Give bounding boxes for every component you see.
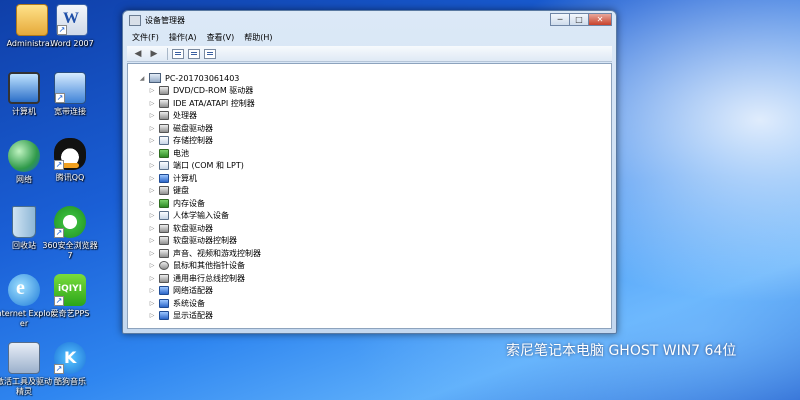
processor-icon xyxy=(159,111,169,121)
network-icon xyxy=(8,140,40,172)
broadband-icon: ↗ xyxy=(54,72,86,104)
iqiyi-icon: iQIYI ↗ xyxy=(54,274,86,306)
expand-icon[interactable]: ▷ xyxy=(148,250,156,257)
tree-node-floppy-controller[interactable]: ▷ 软盘驱动器控制器 xyxy=(138,235,261,248)
desktop-icon-broadband[interactable]: ↗ 宽带连接 xyxy=(40,72,100,117)
toolbar-separator xyxy=(167,47,168,60)
menu-action[interactable]: 操作(A) xyxy=(164,31,202,45)
menu-help[interactable]: 帮助(H) xyxy=(239,31,277,45)
expand-icon[interactable]: ▷ xyxy=(148,212,156,219)
menu-view[interactable]: 查看(V) xyxy=(202,31,240,45)
collapse-icon[interactable]: ◢ xyxy=(138,75,146,82)
properties-icon[interactable] xyxy=(188,48,200,59)
tree-root[interactable]: ◢ PC-201703061403 xyxy=(138,72,261,85)
desktop-icon-iqiyi[interactable]: iQIYI ↗ 爱奇艺PPS xyxy=(40,274,100,319)
tree-node-usb[interactable]: ▷ 通用串行总线控制器 xyxy=(138,272,261,285)
expand-icon[interactable]: ▷ xyxy=(148,312,156,319)
expand-icon[interactable]: ▷ xyxy=(148,262,156,269)
expand-icon[interactable]: ▷ xyxy=(148,275,156,282)
device-tree-panel[interactable]: ◢ PC-201703061403 ▷ DVD/CD-ROM 驱动器 ▷ IDE A… xyxy=(127,63,612,329)
computer-icon xyxy=(159,173,169,183)
expand-icon[interactable]: ▷ xyxy=(148,162,156,169)
mouse-icon xyxy=(159,261,169,271)
ide-icon xyxy=(159,98,169,108)
help-icon[interactable] xyxy=(204,48,216,59)
tree-node-hid[interactable]: ▷ 人体学输入设备 xyxy=(138,210,261,223)
expand-icon[interactable]: ▷ xyxy=(148,137,156,144)
show-hide-tree-icon[interactable] xyxy=(172,48,184,59)
tree-node-system[interactable]: ▷ 系统设备 xyxy=(138,297,261,310)
tree-node-keyboard[interactable]: ▷ 键盘 xyxy=(138,185,261,198)
tree-node-computer[interactable]: ▷ 计算机 xyxy=(138,172,261,185)
tree-node-processor[interactable]: ▷ 处理器 xyxy=(138,110,261,123)
expand-icon[interactable]: ▷ xyxy=(148,100,156,107)
tree-node-ide[interactable]: ▷ IDE ATA/ATAPI 控制器 xyxy=(138,97,261,110)
computer-icon xyxy=(8,72,40,104)
display-icon xyxy=(159,311,169,321)
desktop-icon-360-browser[interactable]: ↗ 360安全浏览器7 xyxy=(40,206,100,261)
disk-icon xyxy=(159,123,169,133)
tree-node-disk[interactable]: ▷ 磁盘驱动器 xyxy=(138,122,261,135)
expand-icon[interactable]: ▷ xyxy=(148,200,156,207)
sound-icon xyxy=(159,248,169,258)
menu-bar: 文件(F) 操作(A) 查看(V) 帮助(H) xyxy=(127,31,278,45)
kugou-icon: K ↗ xyxy=(54,342,86,374)
word-icon: W ↗ xyxy=(56,4,88,36)
brand-text: 索尼笔记本电脑 GHOST WIN7 64位 xyxy=(506,343,737,359)
computer-icon xyxy=(149,73,161,84)
tree-node-ports[interactable]: ▷ 端口 (COM 和 LPT) xyxy=(138,160,261,173)
battery-icon xyxy=(159,148,169,158)
floppy-icon xyxy=(159,223,169,233)
memory-icon xyxy=(159,198,169,208)
expand-icon[interactable]: ▷ xyxy=(148,287,156,294)
back-icon[interactable]: ◀ xyxy=(131,48,145,60)
device-manager-window[interactable]: 设备管理器 ─ □ ✕ 文件(F) 操作(A) 查看(V) 帮助(H) ◀ ▶ … xyxy=(122,10,617,334)
expand-icon[interactable]: ▷ xyxy=(148,125,156,132)
recycle-bin-icon xyxy=(12,206,36,238)
expand-icon[interactable]: ▷ xyxy=(148,150,156,157)
storage-icon xyxy=(159,136,169,146)
window-title: 设备管理器 xyxy=(145,16,185,25)
tree-node-memory[interactable]: ▷ 内存设备 xyxy=(138,197,261,210)
tree-node-network[interactable]: ▷ 网络适配器 xyxy=(138,285,261,298)
network-adapter-icon xyxy=(159,286,169,296)
floppy-controller-icon xyxy=(159,236,169,246)
tree-node-sound[interactable]: ▷ 声音、视频和游戏控制器 xyxy=(138,247,261,260)
keyboard-icon xyxy=(159,186,169,196)
usb-icon xyxy=(159,273,169,283)
system-icon xyxy=(159,298,169,308)
qq-icon: ↗ xyxy=(54,138,86,170)
minimize-button[interactable]: ─ xyxy=(550,13,570,26)
device-manager-icon xyxy=(129,15,141,26)
ie-icon: e xyxy=(8,274,40,306)
tree-node-display[interactable]: ▷ 显示适配器 xyxy=(138,310,261,323)
menu-file[interactable]: 文件(F) xyxy=(127,31,164,45)
desktop-icon-qq[interactable]: ↗ 腾讯QQ xyxy=(40,138,100,183)
expand-icon[interactable]: ▷ xyxy=(148,112,156,119)
expand-icon[interactable]: ▷ xyxy=(148,187,156,194)
expand-icon[interactable]: ▷ xyxy=(148,87,156,94)
title-bar[interactable]: 设备管理器 ─ □ ✕ xyxy=(123,11,616,31)
tree-node-storage[interactable]: ▷ 存储控制器 xyxy=(138,135,261,148)
expand-icon[interactable]: ▷ xyxy=(148,237,156,244)
tools-icon xyxy=(8,342,40,374)
tree-node-battery[interactable]: ▷ 电池 xyxy=(138,147,261,160)
360-browser-icon: ↗ xyxy=(54,206,86,238)
port-icon xyxy=(159,161,169,171)
dvd-icon xyxy=(159,86,169,96)
device-tree: ◢ PC-201703061403 ▷ DVD/CD-ROM 驱动器 ▷ IDE A… xyxy=(138,72,261,322)
tree-node-floppy[interactable]: ▷ 软盘驱动器 xyxy=(138,222,261,235)
expand-icon[interactable]: ▷ xyxy=(148,175,156,182)
close-button[interactable]: ✕ xyxy=(588,13,612,26)
toolbar: ◀ ▶ xyxy=(127,46,612,62)
forward-icon[interactable]: ▶ xyxy=(147,48,161,60)
maximize-button[interactable]: □ xyxy=(569,13,589,26)
hid-icon xyxy=(159,211,169,221)
desktop-icon-word[interactable]: W ↗ Word 2007 xyxy=(42,4,102,49)
tree-node-mouse[interactable]: ▷ 鼠标和其他指针设备 xyxy=(138,260,261,273)
expand-icon[interactable]: ▷ xyxy=(148,225,156,232)
tree-node-dvd[interactable]: ▷ DVD/CD-ROM 驱动器 xyxy=(138,85,261,98)
expand-icon[interactable]: ▷ xyxy=(148,300,156,307)
desktop-icon-kugou[interactable]: K ↗ 酷狗音乐 xyxy=(40,342,100,387)
